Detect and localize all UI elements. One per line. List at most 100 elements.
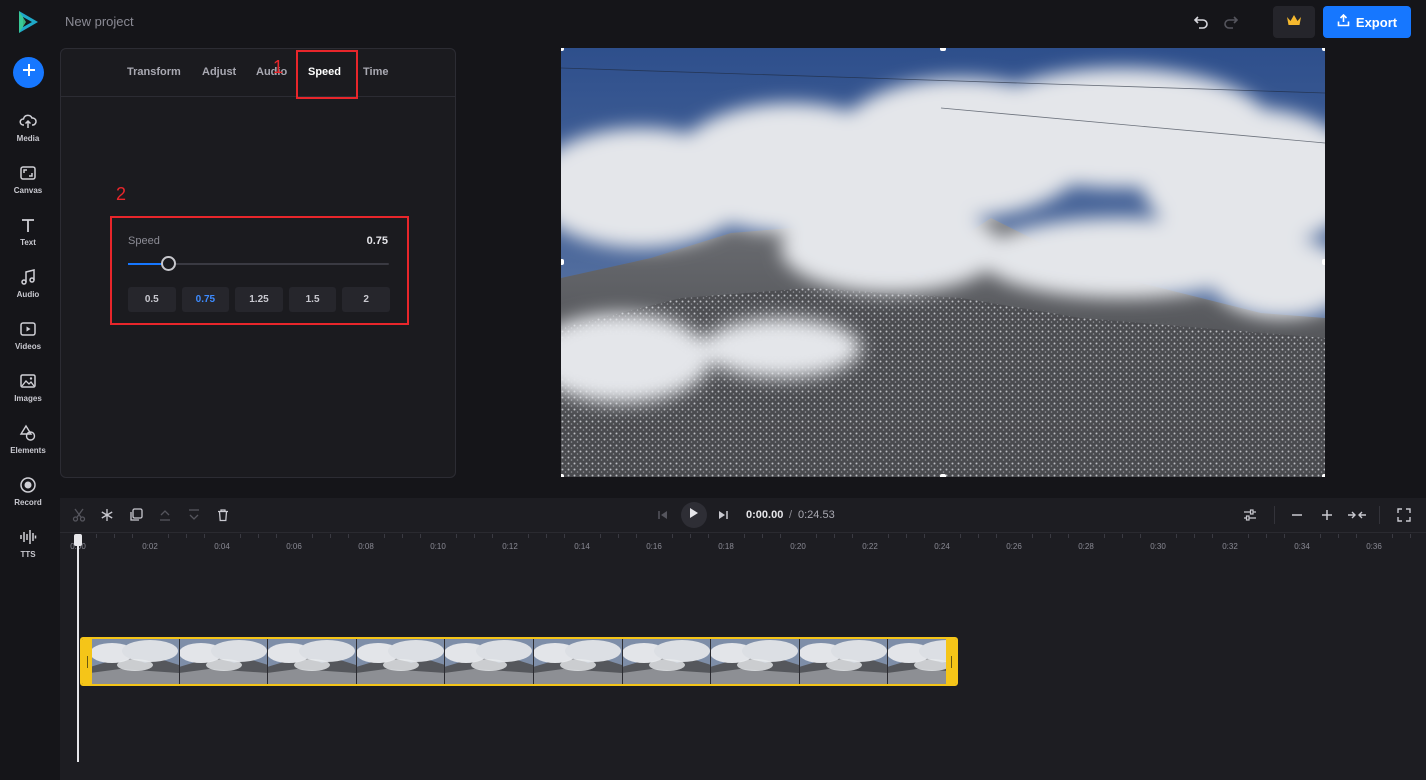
toolbar-divider: [1274, 506, 1275, 524]
tab-time[interactable]: Time: [363, 66, 388, 78]
clip-thumbnail: [355, 639, 445, 684]
speed-preset-0-5[interactable]: 0.5: [128, 287, 176, 312]
sidebar-item-label: Images: [14, 394, 42, 403]
sidebar-item-label: Text: [20, 238, 36, 247]
resize-handle[interactable]: [940, 474, 946, 477]
video-clip[interactable]: [80, 637, 958, 686]
ruler-tick-mark: [312, 534, 313, 538]
resize-handle[interactable]: [1322, 48, 1325, 51]
resize-handle[interactable]: [1322, 474, 1325, 477]
clip-thumbnail: [444, 639, 533, 684]
sidebar-item-text[interactable]: Text: [0, 212, 56, 258]
current-time: 0:00.00: [746, 509, 784, 521]
undo-icon[interactable]: [1191, 12, 1211, 32]
ruler-tick-mark: [168, 534, 169, 538]
annotation-label-1: 1: [273, 57, 284, 77]
play-icon: [689, 506, 699, 524]
ruler-tick-mark: [618, 534, 619, 538]
sidebar-item-tts[interactable]: TTS: [0, 524, 56, 570]
add-media-button[interactable]: [13, 57, 44, 88]
ruler-tick-mark: [906, 534, 907, 538]
ruler-tick-mark: [672, 534, 673, 538]
export-icon: [1337, 13, 1350, 30]
sidebar-item-label: Videos: [14, 342, 42, 351]
ruler-tick-mark: [528, 534, 529, 538]
app-logo-icon[interactable]: [14, 8, 42, 36]
sidebar-item-images[interactable]: Images: [0, 368, 56, 414]
ruler-tick-mark: [186, 534, 187, 538]
ruler-tick-mark: [1266, 534, 1267, 538]
timeline-panel: 0:00.00 / 0:24.53 0:000:020:040:060:080:…: [60, 498, 1426, 780]
crown-icon: [1286, 13, 1302, 32]
ruler-tick-mark: [816, 534, 817, 538]
sidebar-item-media[interactable]: Media: [0, 108, 56, 154]
skip-back-icon[interactable]: [654, 506, 672, 524]
left-sidebar: Media Canvas Text Audio Videos Images El…: [0, 44, 56, 780]
sidebar-item-canvas[interactable]: Canvas: [0, 160, 56, 206]
annotation-label-2: 2: [116, 184, 127, 204]
freeze-snowflake-icon[interactable]: [98, 506, 116, 524]
video-preview[interactable]: [561, 48, 1325, 477]
clip-thumbnail: [798, 639, 888, 684]
ruler-tick-mark: [1032, 534, 1033, 538]
speed-preset-1-25[interactable]: 1.25: [235, 287, 283, 312]
playhead-handle[interactable]: [74, 534, 82, 546]
ruler-tick-mark: [456, 534, 457, 538]
speed-preset-0-75[interactable]: 0.75: [181, 287, 230, 312]
timeline-toolbar: 0:00.00 / 0:24.53: [60, 498, 1426, 533]
duplicate-icon[interactable]: [127, 506, 145, 524]
ruler-tick-label: 0:24: [934, 542, 950, 551]
annotation-box-speed-tab: [296, 50, 358, 99]
music-note-icon: [21, 269, 35, 285]
resize-handle[interactable]: [561, 259, 564, 265]
export-button[interactable]: Export: [1323, 6, 1411, 38]
ruler-tick-mark: [1212, 534, 1213, 538]
ruler-tick-label: 0:16: [646, 542, 662, 551]
resize-handle[interactable]: [561, 474, 564, 477]
ruler-tick-mark: [960, 534, 961, 538]
sidebar-item-label: Record: [14, 498, 42, 507]
skip-forward-icon[interactable]: [714, 506, 732, 524]
ruler-tick-mark: [114, 534, 115, 538]
sidebar-item-elements[interactable]: Elements: [0, 420, 56, 466]
speed-slider[interactable]: [128, 256, 389, 271]
sidebar-item-videos[interactable]: Videos: [0, 316, 56, 362]
resize-handle[interactable]: [940, 48, 946, 51]
ruler-tick-mark: [564, 534, 565, 538]
zoom-in-icon[interactable]: [1318, 506, 1336, 524]
speed-preset-2[interactable]: 2: [342, 287, 390, 312]
move-up-icon[interactable]: [156, 506, 174, 524]
delete-trash-icon[interactable]: [214, 506, 232, 524]
fit-timeline-icon[interactable]: [1346, 506, 1368, 524]
ruler-tick-mark: [384, 534, 385, 538]
clip-trim-handle-right[interactable]: [946, 639, 956, 684]
project-title[interactable]: New project: [65, 14, 134, 29]
speed-preset-1-5[interactable]: 1.5: [288, 287, 337, 312]
zoom-out-icon[interactable]: [1288, 506, 1306, 524]
tab-transform[interactable]: Transform: [127, 66, 181, 78]
move-down-icon[interactable]: [185, 506, 203, 524]
ruler-tick-mark: [330, 534, 331, 538]
ruler-tick-label: 0:32: [1222, 542, 1238, 551]
redo-icon[interactable]: [1221, 12, 1241, 32]
ruler-tick-mark: [888, 534, 889, 538]
speed-value: 0.75: [366, 235, 388, 247]
tab-adjust[interactable]: Adjust: [202, 66, 236, 78]
ruler-tick-mark: [348, 534, 349, 538]
clip-trim-handle-left[interactable]: [82, 639, 92, 684]
timeline-settings-sliders-icon[interactable]: [1241, 506, 1259, 524]
toolbar-divider: [1379, 506, 1380, 524]
play-button[interactable]: [681, 502, 707, 528]
ruler-tick-mark: [492, 534, 493, 538]
ruler-tick-mark: [96, 534, 97, 538]
sidebar-item-record[interactable]: Record: [0, 472, 56, 518]
record-icon: [20, 477, 36, 493]
fullscreen-icon[interactable]: [1395, 506, 1413, 524]
sidebar-item-label: Elements: [10, 446, 46, 455]
split-scissors-icon[interactable]: [70, 506, 88, 524]
resize-handle[interactable]: [1322, 259, 1325, 265]
premium-button[interactable]: [1273, 6, 1315, 38]
sidebar-item-audio[interactable]: Audio: [0, 264, 56, 310]
ruler-tick-label: 0:26: [1006, 542, 1022, 551]
timeline-ruler[interactable]: 0:000:020:040:060:080:100:120:140:160:18…: [60, 534, 1426, 558]
